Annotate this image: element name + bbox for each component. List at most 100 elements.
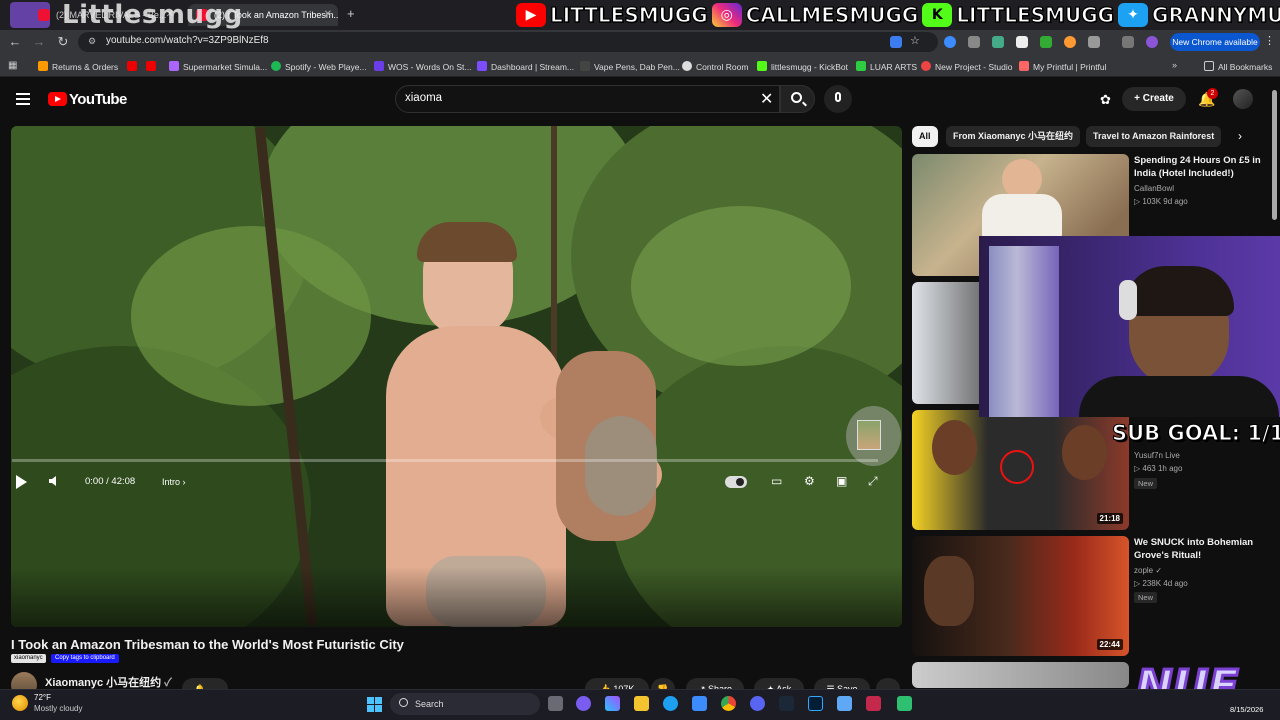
steam-icon[interactable] xyxy=(779,696,794,711)
taskbar-search-label[interactable]: Search xyxy=(415,699,444,709)
notepad-icon[interactable] xyxy=(837,696,852,711)
extension-icon[interactable] xyxy=(944,36,956,48)
extension-icon[interactable] xyxy=(992,36,1004,48)
weather-temperature[interactable]: 72°F xyxy=(34,693,51,702)
recommendation-channel[interactable]: CallanBowl xyxy=(1134,184,1174,193)
miniplayer-icon[interactable]: ▣ xyxy=(836,474,847,488)
ai-sparkle-icon[interactable]: ✿ xyxy=(1100,92,1111,108)
new-chrome-available-button[interactable]: New Chrome available xyxy=(1170,33,1260,51)
apps-grid-icon[interactable]: ▦ xyxy=(8,60,17,71)
tag-chip[interactable]: xiaomanyc xyxy=(11,654,46,663)
chip-from-channel[interactable]: From Xiaomanyc 小马在纽约 xyxy=(946,126,1081,147)
youtube-favicon-icon xyxy=(38,9,50,21)
profile-icon[interactable] xyxy=(1146,36,1158,48)
account-avatar[interactable] xyxy=(1233,89,1253,109)
time-display: 0:00 / 42:08 xyxy=(85,476,136,487)
extensions-puzzle-icon[interactable] xyxy=(1088,36,1100,48)
reload-icon[interactable]: ↻ xyxy=(54,33,72,51)
bookmark-item[interactable]: Vape Pens, Dab Pen... xyxy=(580,61,680,72)
recommendation-thumbnail[interactable]: 22:44 xyxy=(912,536,1129,656)
recommendation-title[interactable]: Spending 24 Hours On £5 in India (Hotel … xyxy=(1134,155,1274,180)
scrollbar-thumb[interactable] xyxy=(1272,90,1277,220)
copy-tags-button[interactable]: Copy tags to clipboard xyxy=(51,654,119,663)
app-icon[interactable] xyxy=(866,696,881,711)
discord-icon[interactable] xyxy=(750,696,765,711)
subtitles-icon[interactable]: ▭ xyxy=(771,474,782,488)
play-icon[interactable] xyxy=(16,475,27,489)
close-tab-icon[interactable]: ✕ xyxy=(324,9,332,20)
youtube-logo-text[interactable]: YouTube xyxy=(69,91,127,108)
file-explorer-icon[interactable] xyxy=(634,696,649,711)
teams-icon[interactable] xyxy=(605,696,620,711)
recommendation-meta: ▷ 103K 9d ago xyxy=(1134,197,1188,206)
bookmark-item[interactable]: WOS - Words On St... xyxy=(374,61,471,72)
more-menu-icon[interactable]: ⋮ xyxy=(1264,34,1275,47)
volume-icon[interactable] xyxy=(48,474,62,488)
menu-icon[interactable] xyxy=(16,93,30,105)
recommendation-thumbnail[interactable]: 21:18 xyxy=(912,410,1129,530)
create-button[interactable]: + Create xyxy=(1122,87,1186,111)
bookmark-item[interactable]: Control Room xyxy=(682,61,748,72)
fullscreen-icon[interactable]: ⤢ xyxy=(868,474,878,489)
recommendation-thumbnail[interactable] xyxy=(912,662,1129,688)
weather-description[interactable]: Mostly cloudy xyxy=(34,704,82,713)
video-player[interactable] xyxy=(11,126,902,627)
edge-icon[interactable] xyxy=(663,696,678,711)
bookmark-item[interactable] xyxy=(127,61,141,72)
back-icon[interactable]: ← xyxy=(6,33,24,51)
app-icon[interactable] xyxy=(897,696,912,711)
all-bookmarks-button[interactable]: All Bookmarks xyxy=(1204,61,1272,72)
store-icon[interactable] xyxy=(692,696,707,711)
recommendation-channel[interactable]: zople ✓ xyxy=(1134,566,1162,575)
microphone-icon xyxy=(835,92,841,102)
bookmark-item[interactable]: Dashboard | Stream... xyxy=(477,61,574,72)
extension-icon[interactable] xyxy=(1040,36,1052,48)
bookmark-item[interactable]: LUAR ARTS xyxy=(856,61,917,72)
bookmark-item[interactable]: Spotify - Web Playe... xyxy=(271,61,367,72)
copilot-icon[interactable] xyxy=(576,696,591,711)
extension-icon[interactable] xyxy=(1064,36,1076,48)
bookmark-item[interactable]: littlesmugg - KickBot xyxy=(757,61,848,72)
clear-search-icon[interactable]: ✕ xyxy=(760,89,773,109)
autoplay-toggle[interactable] xyxy=(725,476,747,488)
task-view-icon[interactable] xyxy=(548,696,563,711)
recommendation-channel[interactable]: Yusuf7n Live xyxy=(1134,451,1180,460)
search-input[interactable] xyxy=(395,85,780,113)
progress-bar[interactable] xyxy=(12,459,878,462)
settings-gear-icon[interactable]: ⚙ xyxy=(804,474,815,488)
forward-icon[interactable]: → xyxy=(30,33,48,51)
bookmark-item[interactable]: Supermarket Simula... xyxy=(169,61,267,72)
translate-icon[interactable] xyxy=(890,36,902,48)
taskbar-date[interactable]: 8/15/2026 xyxy=(1230,705,1263,714)
chip-travel-amazon[interactable]: Travel to Amazon Rainforest xyxy=(1086,126,1222,147)
chip-all[interactable]: All xyxy=(912,126,938,147)
bookmark-item[interactable] xyxy=(146,61,160,72)
chrome-icon[interactable] xyxy=(721,696,736,711)
bookmark-item[interactable]: New Project - Studio xyxy=(921,61,1012,72)
url-text[interactable]: youtube.com/watch?v=3ZP9BlNzEf8 xyxy=(106,35,269,46)
photoshop-icon[interactable] xyxy=(808,696,823,711)
bookmark-item[interactable]: My Printful | Printful xyxy=(1019,61,1107,72)
social-twitter: ✦ GRANNYMUSLIM xyxy=(1118,2,1280,28)
youtube-logo-icon[interactable] xyxy=(48,92,67,106)
bookmark-star-icon[interactable]: ☆ xyxy=(910,34,920,47)
reading-list-icon[interactable] xyxy=(1122,36,1134,48)
search-query-text[interactable]: xiaoma xyxy=(405,92,442,104)
search-icon xyxy=(399,698,408,707)
recommendation-title[interactable]: We SNUCK into Bohemian Grove's Ritual! xyxy=(1134,537,1274,562)
chevron-right-icon[interactable]: › xyxy=(1238,129,1242,143)
more-bookmarks-icon[interactable]: » xyxy=(1172,60,1177,70)
sub-goal-overlay: SUB GOAL: 1/10 xyxy=(1112,421,1280,446)
extension-icon[interactable] xyxy=(968,36,980,48)
site-info-icon[interactable]: ⚙ xyxy=(88,36,96,47)
taskbar-search[interactable] xyxy=(390,693,540,715)
channel-name[interactable]: Xiaomanyc 小马在纽约 ✓ xyxy=(45,674,172,690)
channel-watermark[interactable] xyxy=(857,420,881,450)
instagram-icon: ◎ xyxy=(711,3,742,27)
new-tab-button[interactable]: + xyxy=(347,6,355,21)
bookmark-item[interactable]: Returns & Orders xyxy=(38,61,118,72)
windows-start-icon[interactable] xyxy=(367,697,382,712)
chapter-button[interactable]: Intro › xyxy=(162,477,186,487)
weather-icon[interactable] xyxy=(12,695,28,711)
extension-icon[interactable] xyxy=(1016,36,1028,48)
